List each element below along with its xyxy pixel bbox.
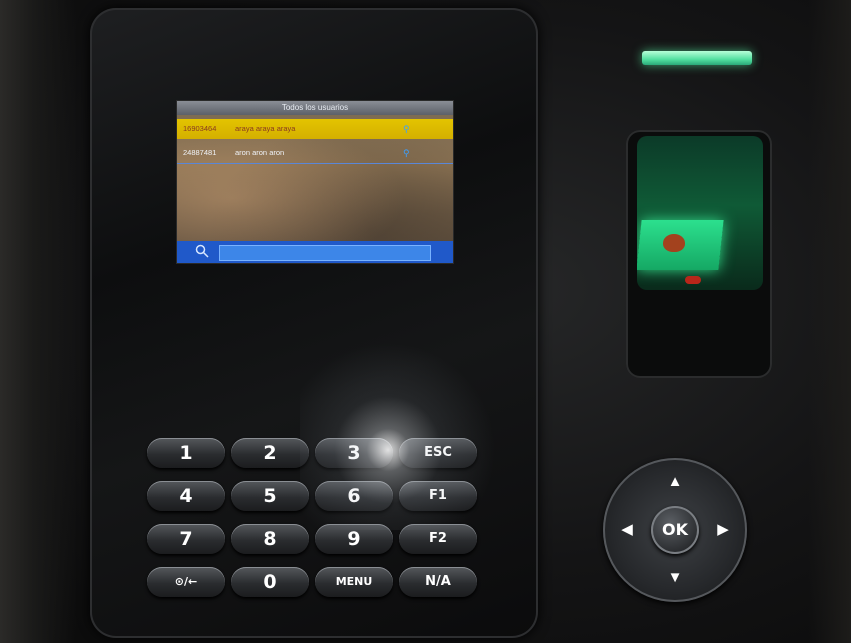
sensor-logo-icon: [663, 234, 685, 252]
key-1[interactable]: 1: [147, 438, 225, 468]
search-bar: [177, 241, 453, 263]
sensor-red-light: [685, 276, 701, 284]
esc-key[interactable]: ESC: [399, 438, 477, 468]
device-photo: Todos los usuarios 16903464 araya araya …: [0, 0, 851, 643]
left-arrow-icon[interactable]: ◀: [607, 510, 647, 550]
fingerprint-key-icon: ⚲: [403, 124, 410, 134]
na-key[interactable]: N/A: [399, 567, 477, 597]
status-led: [642, 51, 752, 65]
key-0[interactable]: 0: [231, 567, 309, 597]
right-arrow-icon[interactable]: ▶: [703, 510, 743, 550]
key-7[interactable]: 7: [147, 524, 225, 554]
ok-button[interactable]: OK: [651, 506, 699, 554]
f1-key[interactable]: F1: [399, 481, 477, 511]
key-9[interactable]: 9: [315, 524, 393, 554]
user-id: 24887481: [183, 148, 217, 157]
user-name: araya araya araya: [235, 124, 296, 133]
key-5[interactable]: 5: [231, 481, 309, 511]
navigation-pad: ▲ ▼ ◀ ▶ OK: [603, 458, 747, 602]
lcd-screen: Todos los usuarios 16903464 araya araya …: [176, 100, 454, 264]
search-icon[interactable]: [195, 244, 209, 258]
search-input[interactable]: [219, 245, 431, 261]
user-row[interactable]: 16903464 araya araya araya ⚲: [177, 119, 453, 139]
key-2[interactable]: 2: [231, 438, 309, 468]
down-arrow-icon[interactable]: ▼: [655, 558, 695, 598]
fingerprint-sensor[interactable]: [637, 136, 763, 290]
user-name: aron aron aron: [235, 148, 285, 157]
user-row[interactable]: 24887481 aron aron aron ⚲: [177, 143, 453, 164]
up-arrow-icon[interactable]: ▲: [655, 462, 695, 502]
key-8[interactable]: 8: [231, 524, 309, 554]
key-4[interactable]: 4: [147, 481, 225, 511]
f2-key[interactable]: F2: [399, 524, 477, 554]
key-6[interactable]: 6: [315, 481, 393, 511]
screen-title: Todos los usuarios: [177, 101, 453, 115]
key-3[interactable]: 3: [315, 438, 393, 468]
fingerprint-key-icon: ⚲: [403, 148, 410, 158]
menu-key[interactable]: MENU: [315, 567, 393, 597]
user-id: 16903464: [183, 124, 217, 133]
power-backspace-key[interactable]: ⊙/←: [147, 567, 225, 597]
